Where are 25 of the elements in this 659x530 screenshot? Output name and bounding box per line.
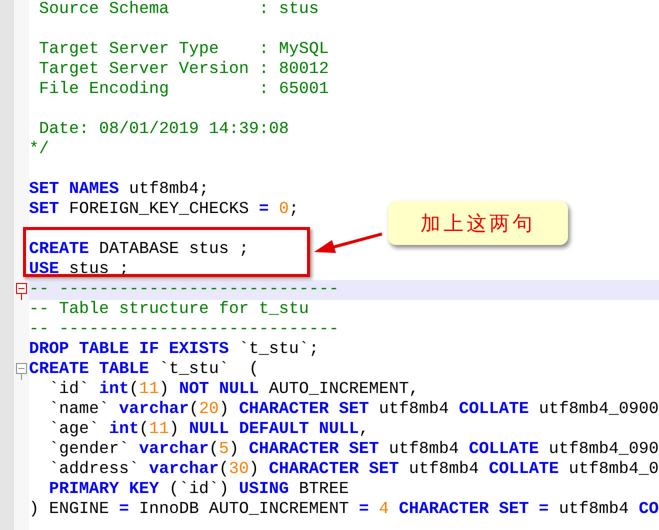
code-line: DROP TABLE IF EXISTS `t_stu`; (29, 340, 319, 359)
code-line: `age` int(11) NULL DEFAULT NULL, (48, 420, 369, 439)
fold-toggle-icon[interactable] (16, 363, 27, 380)
code-line: CREATE TABLE `t_stu` ( (29, 360, 259, 379)
code-line: CREATE DATABASE stus ; (29, 240, 249, 259)
code-line: */ (29, 140, 49, 159)
code-line: -- ---------------------------- (29, 280, 339, 299)
code-line: `id` int(11) NOT NULL AUTO_INCREMENT, (48, 380, 419, 399)
code-line: PRIMARY KEY (`id`) USING BTREE (48, 480, 349, 499)
code-line: Source Schema : stus (38, 0, 319, 19)
code-line: `name` varchar(20) CHARACTER SET utf8mb4 COLLATE utf8mb4_0900 (48, 400, 659, 419)
code-line: File Encoding : 65001 (38, 80, 329, 99)
code-line: -- ---------------------------- (29, 320, 339, 339)
code-line: -- Table structure for t_stu (29, 300, 309, 319)
code-line: `address` varchar(30) CHARACTER SET utf8mb4 COLLATE utf8mb4_0 (48, 460, 659, 479)
code-line: Date: 08/01/2019 14:39:08 (38, 120, 289, 139)
code-line: SET FOREIGN_KEY_CHECKS = 0; (29, 200, 299, 219)
code-line: ) ENGINE = InnoDB AUTO_INCREMENT = 4 CHARACTER SET = utf8mb4 CO (29, 500, 659, 519)
fold-toggle-icon[interactable] (16, 283, 27, 300)
code-line: Target Server Type : MySQL (38, 40, 329, 59)
pointer-arrow (314, 232, 382, 253)
code-line: Target Server Version : 80012 (38, 60, 329, 79)
callout-note: 加上这两句 (388, 201, 568, 245)
code-line: `gender` varchar(5) CHARACTER SET utf8mb4 COLLATE utf8mb4_090 (48, 440, 659, 459)
code-line: SET NAMES utf8mb4; (29, 180, 209, 199)
